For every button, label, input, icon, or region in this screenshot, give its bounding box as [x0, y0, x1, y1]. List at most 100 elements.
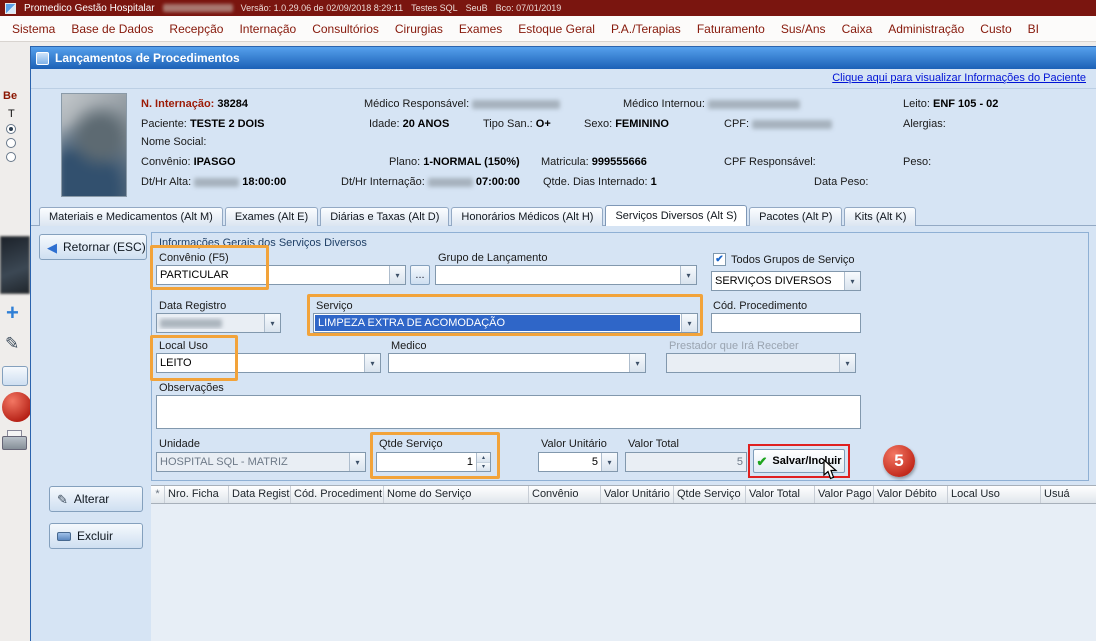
grid-col-nome-servico[interactable]: Nome do Serviço [384, 486, 529, 503]
data-registro-picker[interactable]: ▾ [156, 313, 281, 333]
menu-item-consultorios[interactable]: Consultórios [304, 18, 387, 40]
menu-item-recepcao[interactable]: Recepção [161, 18, 231, 40]
grid-col-valor-debito[interactable]: Valor Débito [874, 486, 948, 503]
menu-item-sus-ans[interactable]: Sus/Ans [773, 18, 834, 40]
unidade-combo[interactable]: HOSPITAL SQL - MATRIZ ▾ [156, 452, 366, 472]
grid-col-usuario[interactable]: Usuá [1041, 486, 1096, 503]
salvar-incluir-button[interactable]: ✔ Salvar/Incluir [753, 449, 845, 473]
patient-info-link[interactable]: Clique aqui para visualizar Informações … [832, 72, 1086, 84]
menu-item-faturamento[interactable]: Faturamento [689, 18, 773, 40]
tab-exames[interactable]: Exames (Alt E) [225, 207, 318, 226]
radio-button[interactable] [6, 124, 16, 134]
tab-strip: Materiais e Medicamentos (Alt M) Exames … [39, 205, 916, 226]
record-icon[interactable] [2, 392, 32, 422]
grid-col-convenio[interactable]: Convênio [529, 486, 601, 503]
grid-col-cod-procedimento[interactable]: Cód. Procediment [291, 486, 384, 503]
grupo-lancamento-combo[interactable]: ▾ [435, 265, 697, 285]
app-version-text: Versão: 1.0.29.06 de 02/09/2018 8:29:11 [241, 3, 403, 13]
chevron-down-icon[interactable]: ▾ [364, 354, 380, 372]
tab-kits[interactable]: Kits (Alt K) [844, 207, 916, 226]
chevron-down-icon[interactable]: ▾ [389, 266, 405, 284]
servico-selected-text: LIMPEZA EXTRA DE ACOMODAÇÃO [315, 315, 680, 331]
chevron-down-icon[interactable]: ▾ [601, 453, 617, 471]
spinner-buttons: ▴ ▾ [476, 453, 490, 471]
valor-unitario-input[interactable]: 5 ▾ [538, 452, 618, 472]
medico-combo[interactable]: ▾ [388, 353, 646, 373]
redacted-value [428, 178, 473, 187]
excluir-button[interactable]: Excluir [49, 523, 143, 549]
menu-item-base-de-dados[interactable]: Base de Dados [63, 18, 161, 40]
edit-pencil-icon: ✎ [57, 493, 68, 506]
tab-honorarios-medicos[interactable]: Honorários Médicos (Alt H) [451, 207, 603, 226]
alterar-button[interactable]: ✎ Alterar [49, 486, 143, 512]
edit-pencil-icon[interactable]: ✎ [5, 334, 19, 354]
valor-unitario-label: Valor Unitário [541, 438, 607, 450]
tab-materiais-medicamentos[interactable]: Materiais e Medicamentos (Alt M) [39, 207, 223, 226]
grid-col-valor-unitario[interactable]: Valor Unitário [601, 486, 674, 503]
grid-body[interactable] [151, 504, 1096, 641]
convenio-combo[interactable]: PARTICULAR ▾ [156, 265, 406, 285]
patient-dthr-internacao: Dt/Hr Internação: 07:00:00 [341, 176, 520, 188]
check-icon: ✔ [715, 255, 723, 265]
menu-item-bi[interactable]: BI [1020, 18, 1047, 40]
menu-item-custo[interactable]: Custo [972, 18, 1019, 40]
patient-cpf-responsavel: CPF Responsável: [724, 156, 816, 168]
chevron-down-icon[interactable]: ▾ [844, 272, 860, 290]
menu-item-estoque-geral[interactable]: Estoque Geral [510, 18, 603, 40]
local-uso-combo[interactable]: LEITO ▾ [156, 353, 381, 373]
grid-asterisk-icon: * [151, 486, 165, 503]
menu-item-administracao[interactable]: Administração [880, 18, 972, 40]
app-titlebar: Promedico Gestão Hospitalar Versão: 1.0.… [0, 0, 1096, 16]
grid-col-valor-total[interactable]: Valor Total [746, 486, 815, 503]
radio-button[interactable] [6, 138, 16, 148]
chevron-down-icon[interactable]: ▾ [680, 266, 696, 284]
grid-col-nro-ficha[interactable]: Nro. Ficha [165, 486, 229, 503]
retornar-button[interactable]: ◀ Retornar (ESC) [39, 234, 147, 260]
patient-alergias: Alergias: [903, 118, 946, 130]
add-icon[interactable]: + [6, 302, 19, 324]
cod-procedimento-input[interactable] [711, 313, 861, 333]
convenio-ellipsis-button[interactable]: ... [410, 265, 430, 285]
menu-item-caixa[interactable]: Caixa [834, 18, 881, 40]
patient-tipo-sanguineo: Tipo San.: O+ [483, 118, 551, 130]
servico-label: Serviço [316, 300, 353, 312]
grid-col-data-registro[interactable]: Data Regist [229, 486, 291, 503]
menu-item-exames[interactable]: Exames [451, 18, 510, 40]
servico-combo[interactable]: LIMPEZA EXTRA DE ACOMODAÇÃO ▾ [313, 313, 698, 333]
menu-item-internacao[interactable]: Internação [231, 18, 304, 40]
patient-leito: Leito: ENF 105 - 02 [903, 98, 998, 110]
spinner-up-icon[interactable]: ▴ [477, 453, 490, 463]
tab-pacotes[interactable]: Pacotes (Alt P) [749, 207, 842, 226]
redacted-value [708, 100, 800, 109]
grupo-servico-combo[interactable]: SERVIÇOS DIVERSOS ▾ [711, 271, 861, 291]
spinner-down-icon[interactable]: ▾ [477, 463, 490, 472]
app-db-text: SeuB [466, 3, 488, 13]
tab-servicos-diversos[interactable]: Serviços Diversos (Alt S) [605, 205, 747, 226]
valor-total-label: Valor Total [628, 438, 679, 450]
grid-col-local-uso[interactable]: Local Uso [948, 486, 1041, 503]
chevron-down-icon[interactable]: ▾ [629, 354, 645, 372]
menu-item-cirurgias[interactable]: Cirurgias [387, 18, 451, 40]
window-titlebar: Lançamentos de Procedimentos [31, 47, 1096, 69]
back-arrow-icon: ◀ [47, 241, 57, 254]
printer-icon[interactable] [2, 436, 27, 450]
menu-item-pa-terapias[interactable]: P.A./Terapias [603, 18, 689, 40]
observacoes-textarea[interactable] [156, 395, 861, 429]
window-icon [36, 52, 49, 65]
tab-diarias-taxas[interactable]: Diárias e Taxas (Alt D) [320, 207, 449, 226]
menu-item-sistema[interactable]: Sistema [4, 18, 63, 40]
todos-grupos-label: Todos Grupos de Serviço [731, 254, 855, 266]
patient-cpf: CPF: [724, 118, 832, 130]
chevron-down-icon[interactable]: ▾ [349, 453, 365, 471]
menu-bar: Sistema Base de Dados Recepção Internaçã… [0, 16, 1096, 42]
radio-button[interactable] [6, 152, 16, 162]
chevron-down-icon[interactable]: ▾ [681, 314, 697, 332]
qtde-servico-spinner[interactable]: 1 ▴ ▾ [376, 452, 491, 472]
chevron-down-icon[interactable]: ▾ [264, 314, 280, 332]
todos-grupos-checkbox[interactable]: ✔ [713, 253, 726, 266]
grid-col-qtde-servico[interactable]: Qtde Serviço [674, 486, 746, 503]
patient-medico-responsavel: Médico Responsável: [364, 98, 560, 110]
toolbar-button-fragment[interactable] [2, 366, 28, 386]
redacted-value [472, 100, 560, 109]
grid-col-valor-pago[interactable]: Valor Pago [815, 486, 874, 503]
